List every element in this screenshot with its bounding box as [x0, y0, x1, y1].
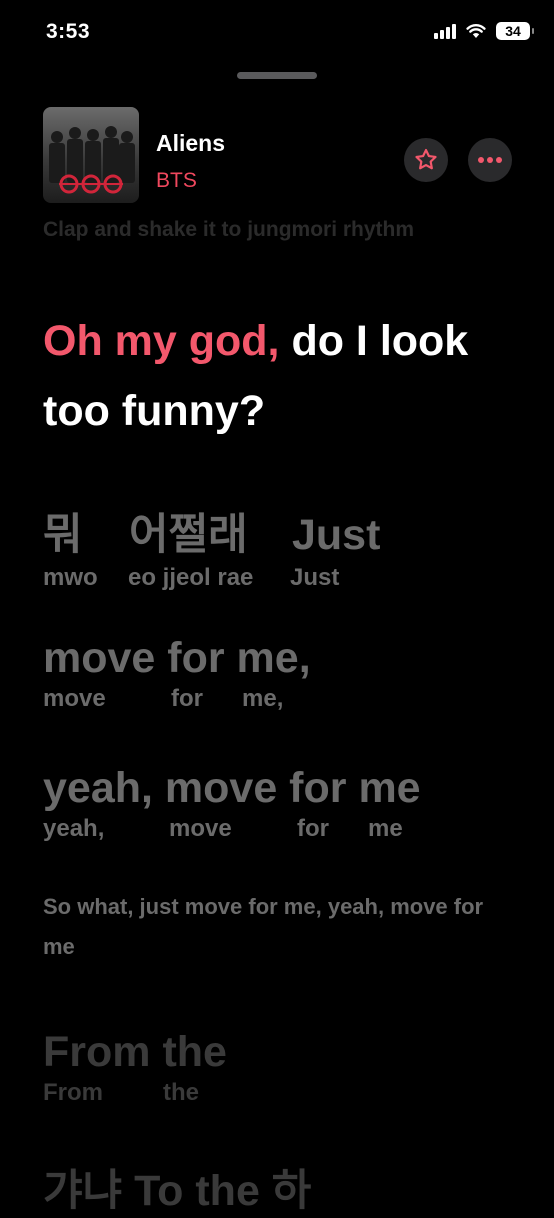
- lyric-text: yeah, move for me: [43, 764, 421, 812]
- romanization-word: eo jjeol rae: [128, 564, 254, 591]
- romanization-word: From: [43, 1079, 103, 1106]
- romanization-word: Just: [290, 564, 340, 591]
- lyric-line[interactable]: move for me, move for me,: [43, 634, 311, 713]
- romanization-word: move: [43, 685, 106, 712]
- wifi-icon: [466, 24, 486, 38]
- status-time: 3:53: [46, 20, 91, 43]
- lyric-sung-part: Oh my god,: [43, 317, 280, 365]
- more-icon: [478, 157, 502, 163]
- song-artist[interactable]: BTS: [156, 169, 197, 193]
- favorite-button[interactable]: [404, 138, 448, 182]
- album-cover[interactable]: [43, 107, 139, 203]
- lyric-line[interactable]: yeah, move for me yeah, move for me: [43, 764, 421, 843]
- lyric-word: 어쩔래: [129, 511, 248, 559]
- lyric-text: move for me,: [43, 634, 311, 682]
- more-button[interactable]: [468, 138, 512, 182]
- sheet-grabber[interactable]: [237, 72, 317, 79]
- romanization-word: me: [368, 815, 403, 842]
- lyric-text: From the: [43, 1028, 227, 1076]
- lyric-line[interactable]: From the From the: [43, 1028, 227, 1107]
- lyric-word: Just: [292, 511, 381, 559]
- lyric-line[interactable]: 뭐 어쩔래 Just mwo eo jjeol rae Just: [43, 500, 380, 592]
- romanization-word: for: [297, 815, 329, 842]
- battery-icon: 34: [496, 22, 534, 40]
- status-icons: 34: [434, 22, 534, 40]
- signal-icon: [434, 23, 456, 39]
- romanization-word: mwo: [43, 564, 98, 591]
- romanization-word: for: [171, 685, 203, 712]
- song-title[interactable]: Aliens: [156, 130, 225, 157]
- romanization-word: move: [169, 815, 232, 842]
- lyric-line[interactable]: 갸냐 To the 하: [43, 1156, 311, 1218]
- romanization-word: the: [163, 1079, 199, 1106]
- lyric-current-line[interactable]: Oh my god, do I look too funny?: [43, 306, 503, 446]
- lyric-text: 갸냐 To the 하: [43, 1167, 312, 1215]
- lyric-line[interactable]: So what, just move for me, yeah, move fo…: [43, 887, 493, 967]
- romanization-word: me,: [242, 685, 284, 712]
- star-icon: [415, 148, 437, 170]
- lyric-word: 뭐: [43, 511, 83, 559]
- romanization-word: yeah,: [43, 815, 105, 842]
- lyric-previous-line[interactable]: Clap and shake it to jungmori rhythm: [43, 218, 414, 242]
